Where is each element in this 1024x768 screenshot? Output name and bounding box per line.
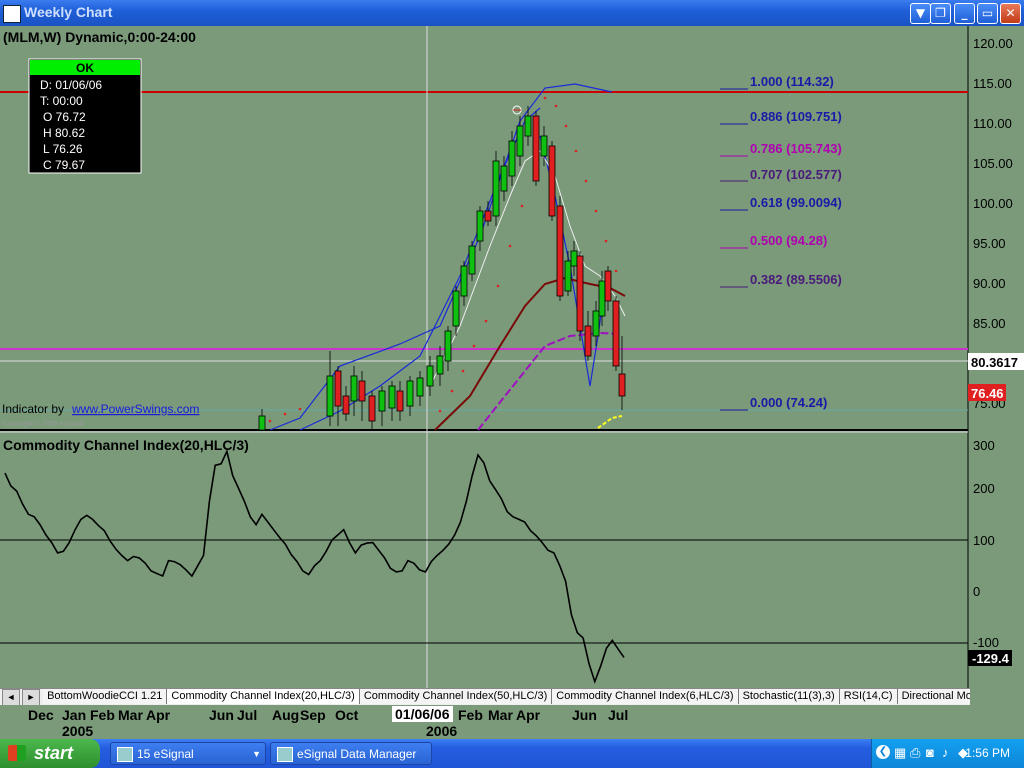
month-label: Feb xyxy=(90,707,115,723)
taskbar-item-data-manager[interactable]: eSignal Data Manager xyxy=(270,742,432,765)
close-button[interactable]: ✕ xyxy=(1000,3,1021,24)
cci-tick: 0 xyxy=(973,584,980,599)
cci-tick: 200 xyxy=(973,481,995,496)
start-button[interactable]: start xyxy=(0,739,100,768)
fib-level-label: 0.786 (105.743) xyxy=(750,141,842,156)
network-icon[interactable]: ▦ xyxy=(894,745,906,761)
esignal-icon xyxy=(117,747,133,762)
system-tray: ❮ ▦ ⎙ ◙ ♪ ◆ 1:56 PM xyxy=(871,739,1024,768)
price-tick: 105.00 xyxy=(973,156,1013,171)
cci-tick: 300 xyxy=(973,438,995,453)
price-tick: 100.00 xyxy=(973,196,1013,211)
printer-icon[interactable]: ⎙ xyxy=(910,745,920,761)
restore-icon: ❐ xyxy=(935,6,946,20)
tab-cci-6[interactable]: Commodity Channel Index(6,HLC/3) xyxy=(552,689,739,704)
year-label: 2006 xyxy=(426,723,458,739)
ohlc-open: O 76.72 xyxy=(43,110,86,124)
ohlc-data-box: OK D: 01/06/06 T: 00:00 O 76.72 H 80.62 … xyxy=(28,58,142,174)
tab-stochastic[interactable]: Stochastic(11(3),3) xyxy=(738,689,840,704)
taskbar-item-label: eSignal Data Manager xyxy=(297,747,417,761)
tab-prev-icon[interactable]: ◄ xyxy=(2,689,20,706)
time-axis: Dec Jan Feb Mar Apr Jun Jul Aug Sep Oct … xyxy=(0,705,1024,739)
chart-header: (MLM,W) Dynamic,0:00-24:00 xyxy=(3,29,196,45)
selected-date-label: 01/06/06 xyxy=(392,706,453,722)
powerswings-link[interactable]: www.PowerSwings.com xyxy=(71,402,199,416)
tab-cci-50[interactable]: Commodity Channel Index(50,HLC/3) xyxy=(359,689,553,704)
tray-expand-icon[interactable]: ❮ xyxy=(876,745,890,759)
price-tick: 120.00 xyxy=(973,36,1013,51)
minimize-button[interactable]: _ xyxy=(954,3,975,24)
tab-next-icon[interactable]: ► xyxy=(22,689,40,706)
tab-bottom-woodie-cci[interactable]: BottomWoodieCCI 1.21 xyxy=(43,689,168,704)
ohlc-high: H 80.62 xyxy=(43,126,85,140)
price-chart[interactable]: 120.00 115.00 110.00 105.00 100.00 95.00… xyxy=(0,26,1024,714)
data-manager-icon xyxy=(277,747,293,762)
price-tick: 95.00 xyxy=(973,236,1006,251)
chevron-down-icon: ▼ xyxy=(252,749,261,759)
price-tick: 110.00 xyxy=(973,116,1012,131)
ohlc-date: D: 01/06/06 xyxy=(40,78,102,92)
month-label: Aug xyxy=(272,707,300,723)
crosshair-price-label: 80.3617 xyxy=(971,355,1018,370)
clock[interactable]: 1:56 PM xyxy=(965,746,1010,760)
indicator-credit-label: Indicator by xyxy=(2,402,64,416)
title-bar: Weekly Chart ▼ ❐ _ ▭ ✕ xyxy=(0,0,1024,26)
taskbar: start 15 eSignal ▼ eSignal Data Manager … xyxy=(0,739,1024,768)
month-label: Apr xyxy=(516,707,541,723)
close-icon: ✕ xyxy=(1005,6,1016,20)
tab-rsi[interactable]: RSI(14,C) xyxy=(839,689,898,704)
tab-directional-movement[interactable]: Directional Moveme xyxy=(897,689,970,704)
taskbar-item-label: 15 eSignal xyxy=(137,747,194,761)
window-title: Weekly Chart xyxy=(24,4,113,20)
indicator-tabs: ◄ ► BottomWoodieCCI 1.21 Commodity Channel… xyxy=(0,688,970,706)
month-label: Apr xyxy=(146,707,171,723)
cci-last-value: -129.4 xyxy=(972,651,1010,666)
ohlc-status: OK xyxy=(76,61,94,75)
dropdown-button[interactable]: ▼ xyxy=(910,3,931,24)
ohlc-close: C 79.67 xyxy=(43,158,85,172)
month-label: Jun xyxy=(572,707,597,723)
copyright-text: Copyright © 2005 eSignal xyxy=(3,420,83,428)
price-tick: 85.00 xyxy=(973,316,1006,331)
restore-button[interactable]: ❐ xyxy=(930,3,951,24)
fib-level-label: 0.382 (89.5506) xyxy=(750,272,842,287)
month-label: Mar xyxy=(118,707,143,723)
ohlc-time: T: 00:00 xyxy=(40,94,83,108)
month-label: Mar xyxy=(488,707,513,723)
month-label: Oct xyxy=(335,707,359,723)
taskbar-item-esignal[interactable]: 15 eSignal ▼ xyxy=(110,742,266,765)
fib-level-label: 1.000 (114.32) xyxy=(750,74,834,89)
cci-tick: -100 xyxy=(973,635,999,650)
price-tick: 115.00 xyxy=(973,76,1012,91)
ohlc-low: L 76.26 xyxy=(43,142,83,156)
cci-tick: 100 xyxy=(973,533,995,548)
fib-level-label: 0.000 (74.24) xyxy=(750,395,827,410)
fib-level-label: 0.707 (102.577) xyxy=(750,167,842,182)
fib-level-label: 0.500 (94.28) xyxy=(750,233,827,248)
month-label: Jan xyxy=(62,707,87,723)
camera-icon[interactable]: ◙ xyxy=(926,745,934,760)
price-tick: 90.00 xyxy=(973,276,1006,291)
month-label: Jul xyxy=(608,707,629,723)
month-label: Feb xyxy=(458,707,483,723)
volume-icon[interactable]: ♪ xyxy=(942,745,949,760)
minimize-icon: _ xyxy=(961,6,968,20)
last-price-label: 76.46 xyxy=(971,386,1004,401)
month-label: Jun xyxy=(209,707,234,723)
month-label: Dec xyxy=(28,707,54,723)
fib-level-label: 0.618 (99.0094) xyxy=(750,195,842,210)
windows-logo-icon xyxy=(8,745,26,761)
start-label: start xyxy=(34,743,74,763)
tab-cci-20[interactable]: Commodity Channel Index(20,HLC/3) xyxy=(167,689,360,704)
month-label: Sep xyxy=(300,707,326,723)
chart-app-icon xyxy=(3,5,21,23)
maximize-icon: ▭ xyxy=(981,6,994,20)
month-label: Jul xyxy=(237,707,258,723)
maximize-button[interactable]: ▭ xyxy=(977,3,998,24)
fib-level-label: 0.886 (109.751) xyxy=(750,109,842,124)
year-label: 2005 xyxy=(62,723,94,739)
cci-panel-title: Commodity Channel Index(20,HLC/3) xyxy=(3,437,249,453)
